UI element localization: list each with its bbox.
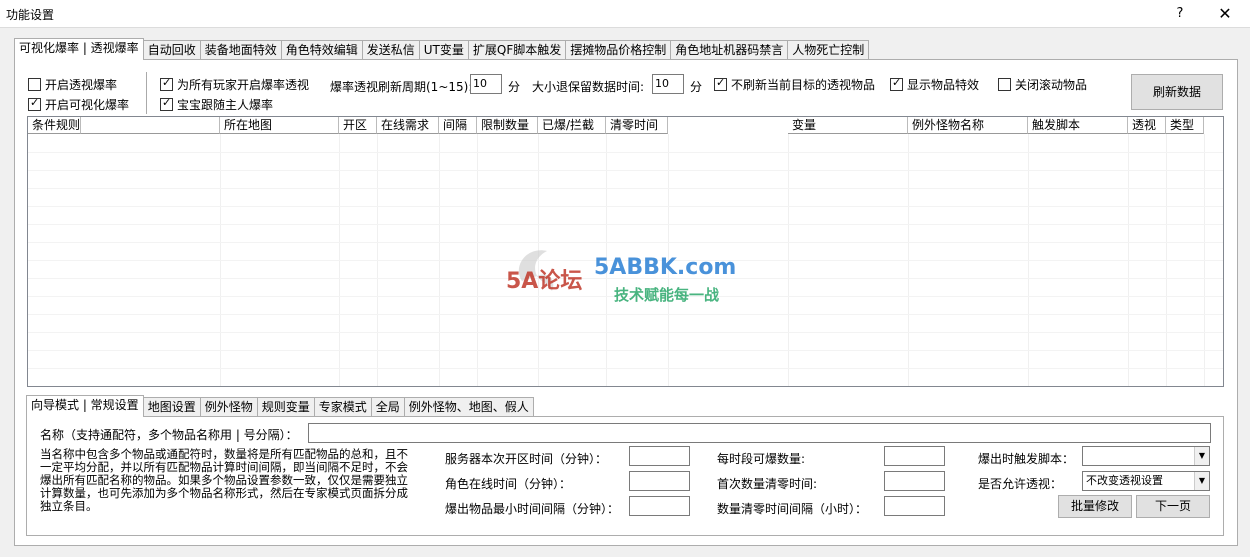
column-header[interactable]: 变量 (788, 117, 908, 134)
trigger-script-label: 爆出时触发脚本： (978, 452, 1075, 466)
refresh-period-label: 爆率透视刷新周期(1~15): (330, 80, 473, 94)
subtab-wizard[interactable]: 向导模式 | 常规设置 (26, 395, 144, 417)
grid-row-line (28, 314, 1223, 315)
close-scroll-checkbox[interactable]: 关闭滚动物品 (998, 76, 1087, 93)
grid-row-line (28, 350, 1223, 351)
checkmark-icon (890, 76, 903, 91)
first-clear-time-input[interactable] (884, 471, 945, 491)
tab-auto-recycle[interactable]: 自动回收 (142, 40, 201, 60)
first-clear-time-label: 首次数量清零时间: (717, 477, 818, 491)
tab-private-message[interactable]: 发送私信 (361, 40, 420, 60)
help-text: 当名称中包含多个物品或通配符时，数量将是所有匹配物品的总和，且不一定平均分配，并… (40, 447, 408, 513)
open-perspective-checkbox[interactable]: 开启透视爆率 (28, 76, 117, 93)
watermark-logo-text: 5A论坛 (506, 269, 583, 294)
column-header[interactable]: 清零时间 (606, 117, 668, 134)
checkmark-icon (160, 96, 173, 111)
checkmark-icon (714, 76, 727, 91)
tab-ut-variable[interactable]: UT变量 (418, 40, 469, 60)
min-interval-input[interactable] (629, 496, 690, 516)
server-open-time-input[interactable] (629, 446, 690, 466)
per-period-count-input[interactable] (884, 446, 945, 466)
column-header[interactable]: 所在地图 (220, 117, 339, 134)
grid-row-line (28, 224, 1223, 225)
subtab-rule-variable[interactable]: 规则变量 (256, 397, 315, 417)
checkbox-box (28, 78, 41, 91)
divider (146, 72, 147, 114)
grid-row-line (28, 386, 1223, 387)
trigger-script-select[interactable]: ▼ (1082, 446, 1210, 466)
grid-row-line (28, 332, 1223, 333)
close-icon[interactable]: ✕ (1210, 2, 1240, 26)
column-header[interactable]: 在线需求 (377, 117, 439, 134)
no-refresh-target-checkbox[interactable]: 不刷新当前目标的透视物品 (714, 76, 875, 93)
tab-stall-price[interactable]: 摆摊物品价格控制 (565, 40, 672, 60)
retain-time-input[interactable]: 10 (652, 74, 684, 94)
help-icon[interactable]: ? (1168, 2, 1192, 26)
pet-follow-checkbox[interactable]: 宝宝跟随主人爆率 (160, 96, 273, 113)
grid-row-line (28, 152, 1223, 153)
window-title: 功能设置 (6, 8, 55, 22)
refresh-data-button[interactable]: 刷新数据 (1131, 74, 1223, 110)
sub-tab-bar: 向导模式 | 常规设置 地图设置 例外怪物 规则变量 专家模式 全局 例外怪物、… (26, 395, 534, 417)
watermark-slogan: 技术赋能每一战 (614, 286, 720, 304)
column-header[interactable]: 开区 (339, 117, 377, 134)
column-header[interactable]: 透视 (1128, 117, 1166, 134)
allow-perspective-label: 是否允许透视： (978, 477, 1063, 491)
subtab-global[interactable]: 全局 (370, 397, 405, 417)
role-online-time-label: 角色在线时间（分钟）： (445, 477, 572, 491)
role-online-time-input[interactable] (629, 471, 690, 491)
open-visual-checkbox[interactable]: 开启可视化爆率 (28, 96, 129, 113)
minute-unit-label: 分 (508, 80, 521, 94)
column-header[interactable]: 条件规则 (28, 117, 82, 134)
tab-ground-effect[interactable]: 装备地面特效 (199, 40, 282, 60)
grid-row-line (28, 368, 1223, 369)
column-header[interactable]: 间隔 (439, 117, 477, 134)
grid-row-line (28, 242, 1223, 243)
chevron-down-icon: ▼ (1194, 447, 1209, 465)
tab-qf-script[interactable]: 扩展QF脚本触发 (467, 40, 567, 60)
subtab-map[interactable]: 地图设置 (142, 397, 201, 417)
batch-modify-button[interactable]: 批量修改 (1058, 495, 1132, 518)
subtab-exception-monster[interactable]: 例外怪物 (199, 397, 258, 417)
all-players-checkbox[interactable]: 为所有玩家开启爆率透视 (160, 76, 309, 93)
tab-visual-drop-rate[interactable]: 可视化爆率 | 透视爆率 (14, 38, 144, 60)
per-period-count-label: 每时段可爆数量: (717, 452, 806, 466)
name-label: 名称（支持通配符，多个物品名称用 | 号分隔）： (40, 428, 298, 442)
allow-perspective-select[interactable]: 不改变透视设置 ▼ (1082, 471, 1210, 491)
checkbox-box (998, 78, 1011, 91)
tab-mute-control[interactable]: 角色地址机器码禁言 (670, 40, 789, 60)
chevron-down-icon: ▼ (1194, 472, 1209, 490)
subtab-exception-all[interactable]: 例外怪物、地图、假人 (403, 397, 534, 417)
main-tab-bar: 可视化爆率 | 透视爆率 自动回收 装备地面特效 角色特效编辑 发送私信 UT变… (14, 38, 870, 60)
items-grid[interactable]: 物品名称 所在地图 开区 在线需求 间隔 限制数量 已爆/拦截 清零时间 条件规… (27, 116, 1224, 387)
title-bar: 功能设置 ? ✕ (0, 0, 1250, 28)
minute-unit-label: 分 (690, 80, 703, 94)
grid-row-line (28, 188, 1223, 189)
grid-row-line (28, 206, 1223, 207)
clear-interval-input[interactable] (884, 496, 945, 516)
checkmark-icon (28, 96, 41, 111)
column-header[interactable]: 类型 (1166, 117, 1204, 134)
refresh-period-input[interactable]: 10 (470, 74, 502, 94)
clear-interval-label: 数量清零时间间隔（小时）： (717, 502, 868, 516)
checkmark-icon (160, 76, 173, 91)
grid-row-line (28, 170, 1223, 171)
min-interval-label: 爆出物品最小时间间隔（分钟）： (445, 502, 620, 516)
show-effect-checkbox[interactable]: 显示物品特效 (890, 76, 979, 93)
next-page-button[interactable]: 下一页 (1136, 495, 1210, 518)
retain-time-label: 大小退保留数据时间: (532, 80, 645, 94)
column-header[interactable]: 触发脚本 (1028, 117, 1128, 134)
server-open-time-label: 服务器本次开区时间（分钟）： (445, 452, 608, 466)
column-header[interactable]: 限制数量 (477, 117, 538, 134)
column-header[interactable]: 已爆/拦截 (538, 117, 606, 134)
column-header[interactable]: 例外怪物名称 (908, 117, 1028, 134)
tab-death-control[interactable]: 人物死亡控制 (787, 40, 870, 60)
watermark-site: 5ABBK.com (594, 255, 737, 280)
subtab-expert[interactable]: 专家模式 (313, 397, 372, 417)
name-input[interactable] (308, 423, 1211, 443)
tab-role-effect[interactable]: 角色特效编辑 (280, 40, 363, 60)
